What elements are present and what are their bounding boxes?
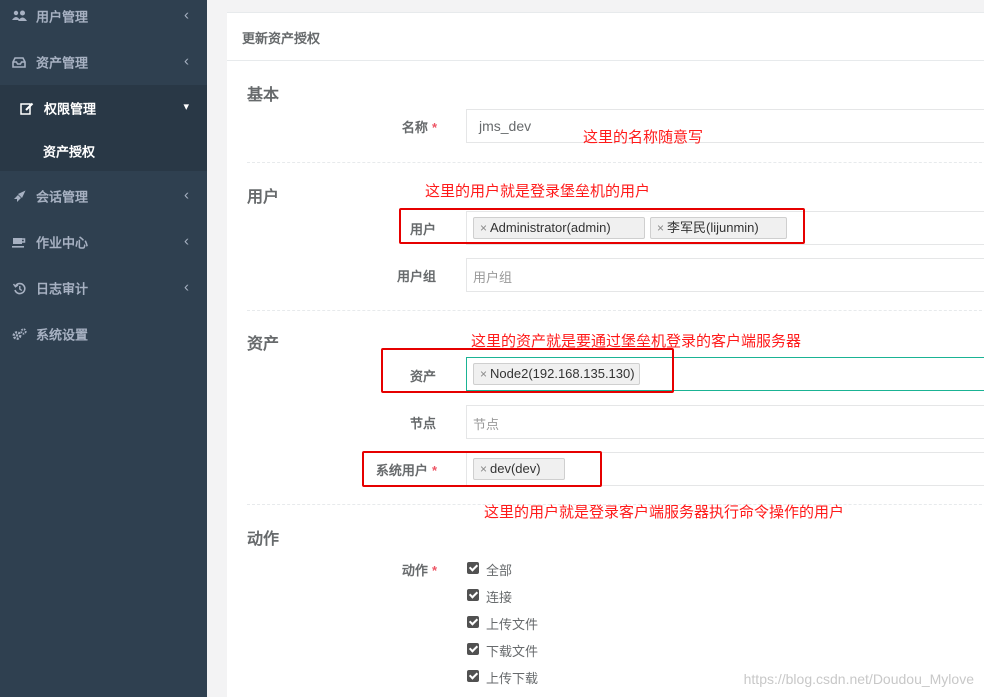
checkbox-checked-icon[interactable]: [467, 616, 479, 628]
user-groups-label: 用户组: [396, 269, 436, 284]
section-user-title: 用户: [247, 189, 280, 206]
actions-label: 动作 *: [401, 563, 437, 578]
sidebar-item-label: 用户管理: [36, 9, 89, 25]
checkbox-checked-icon[interactable]: [467, 643, 479, 655]
watermark: https://blog.csdn.net/Doudou_Mylove: [743, 671, 974, 687]
sidebar-item-sessions[interactable]: 会话管理 ‹: [0, 173, 207, 219]
section-asset-title: 资产: [247, 336, 280, 353]
section-basic-title: 基本: [247, 87, 280, 104]
sidebar-item-permissions[interactable]: 权限管理 ▾: [0, 85, 207, 131]
nodes-select[interactable]: 节点: [466, 405, 984, 439]
rocket-icon: [11, 189, 27, 203]
sidebar-item-label: 系统设置: [36, 327, 89, 343]
sidebar-item-users[interactable]: 用户管理 ‹: [0, 0, 207, 39]
history-icon: [11, 281, 27, 295]
nodes-label: 节点: [409, 416, 436, 431]
annotation-highlight-users: [399, 208, 805, 244]
edit-icon: [19, 101, 35, 115]
sidebar-item-audit[interactable]: 日志审计 ‹: [0, 265, 207, 311]
users-icon: [11, 9, 27, 23]
chevron-left-icon: ‹: [184, 52, 189, 70]
checkbox-checked-icon[interactable]: [467, 589, 479, 601]
chevron-left-icon: ‹: [184, 186, 189, 204]
checkbox-checked-icon[interactable]: [467, 562, 479, 574]
checkbox-checked-icon[interactable]: [467, 670, 479, 682]
section-action-title: 动作: [247, 531, 280, 548]
panel-header: 更新资产授权: [227, 13, 984, 61]
page-title: 更新资产授权: [242, 31, 321, 46]
inbox-icon: [11, 55, 27, 69]
sidebar-item-jobs[interactable]: 作业中心 ‹: [0, 219, 207, 265]
annotation-highlight-assets: [381, 348, 674, 393]
annotation-user-note: 这里的用户就是登录堡垒机的用户: [425, 183, 651, 200]
annotation-sysuser-note: 这里的用户就是登录客户端服务器执行命令操作的用户: [484, 504, 845, 521]
coffee-icon: [11, 235, 27, 249]
divider: [247, 310, 984, 311]
chevron-left-icon: ‹: [184, 278, 189, 296]
name-label: 名称 *: [401, 120, 437, 135]
divider: [247, 162, 984, 163]
sidebar-item-settings[interactable]: 系统设置: [0, 311, 207, 357]
annotation-name-note: 这里的名称随意写: [583, 129, 704, 146]
sidebar-item-label: 会话管理: [36, 189, 89, 205]
sidebar-item-label: 日志审计: [36, 281, 89, 297]
sidebar-item-label: 资产管理: [36, 55, 89, 71]
sidebar: 用户管理 ‹ 资产管理 ‹ 权限管理 ▾ 资产授权 会话管理 ‹ 作业中心 ‹: [0, 0, 207, 697]
chevron-left-icon: ‹: [184, 232, 189, 250]
sidebar-item-assets[interactable]: 资产管理 ‹: [0, 39, 207, 85]
annotation-highlight-system-users: [362, 451, 602, 487]
sidebar-item-label: 权限管理: [44, 101, 97, 117]
chevron-left-icon: ‹: [184, 6, 189, 24]
gears-icon: [11, 327, 27, 341]
sidebar-subitem-asset-permission[interactable]: 资产授权: [0, 131, 207, 171]
sidebar-item-label: 作业中心: [36, 235, 89, 251]
chevron-down-icon: ▾: [183, 101, 189, 114]
name-input[interactable]: jms_dev: [466, 109, 984, 143]
user-groups-select[interactable]: 用户组: [466, 258, 984, 292]
